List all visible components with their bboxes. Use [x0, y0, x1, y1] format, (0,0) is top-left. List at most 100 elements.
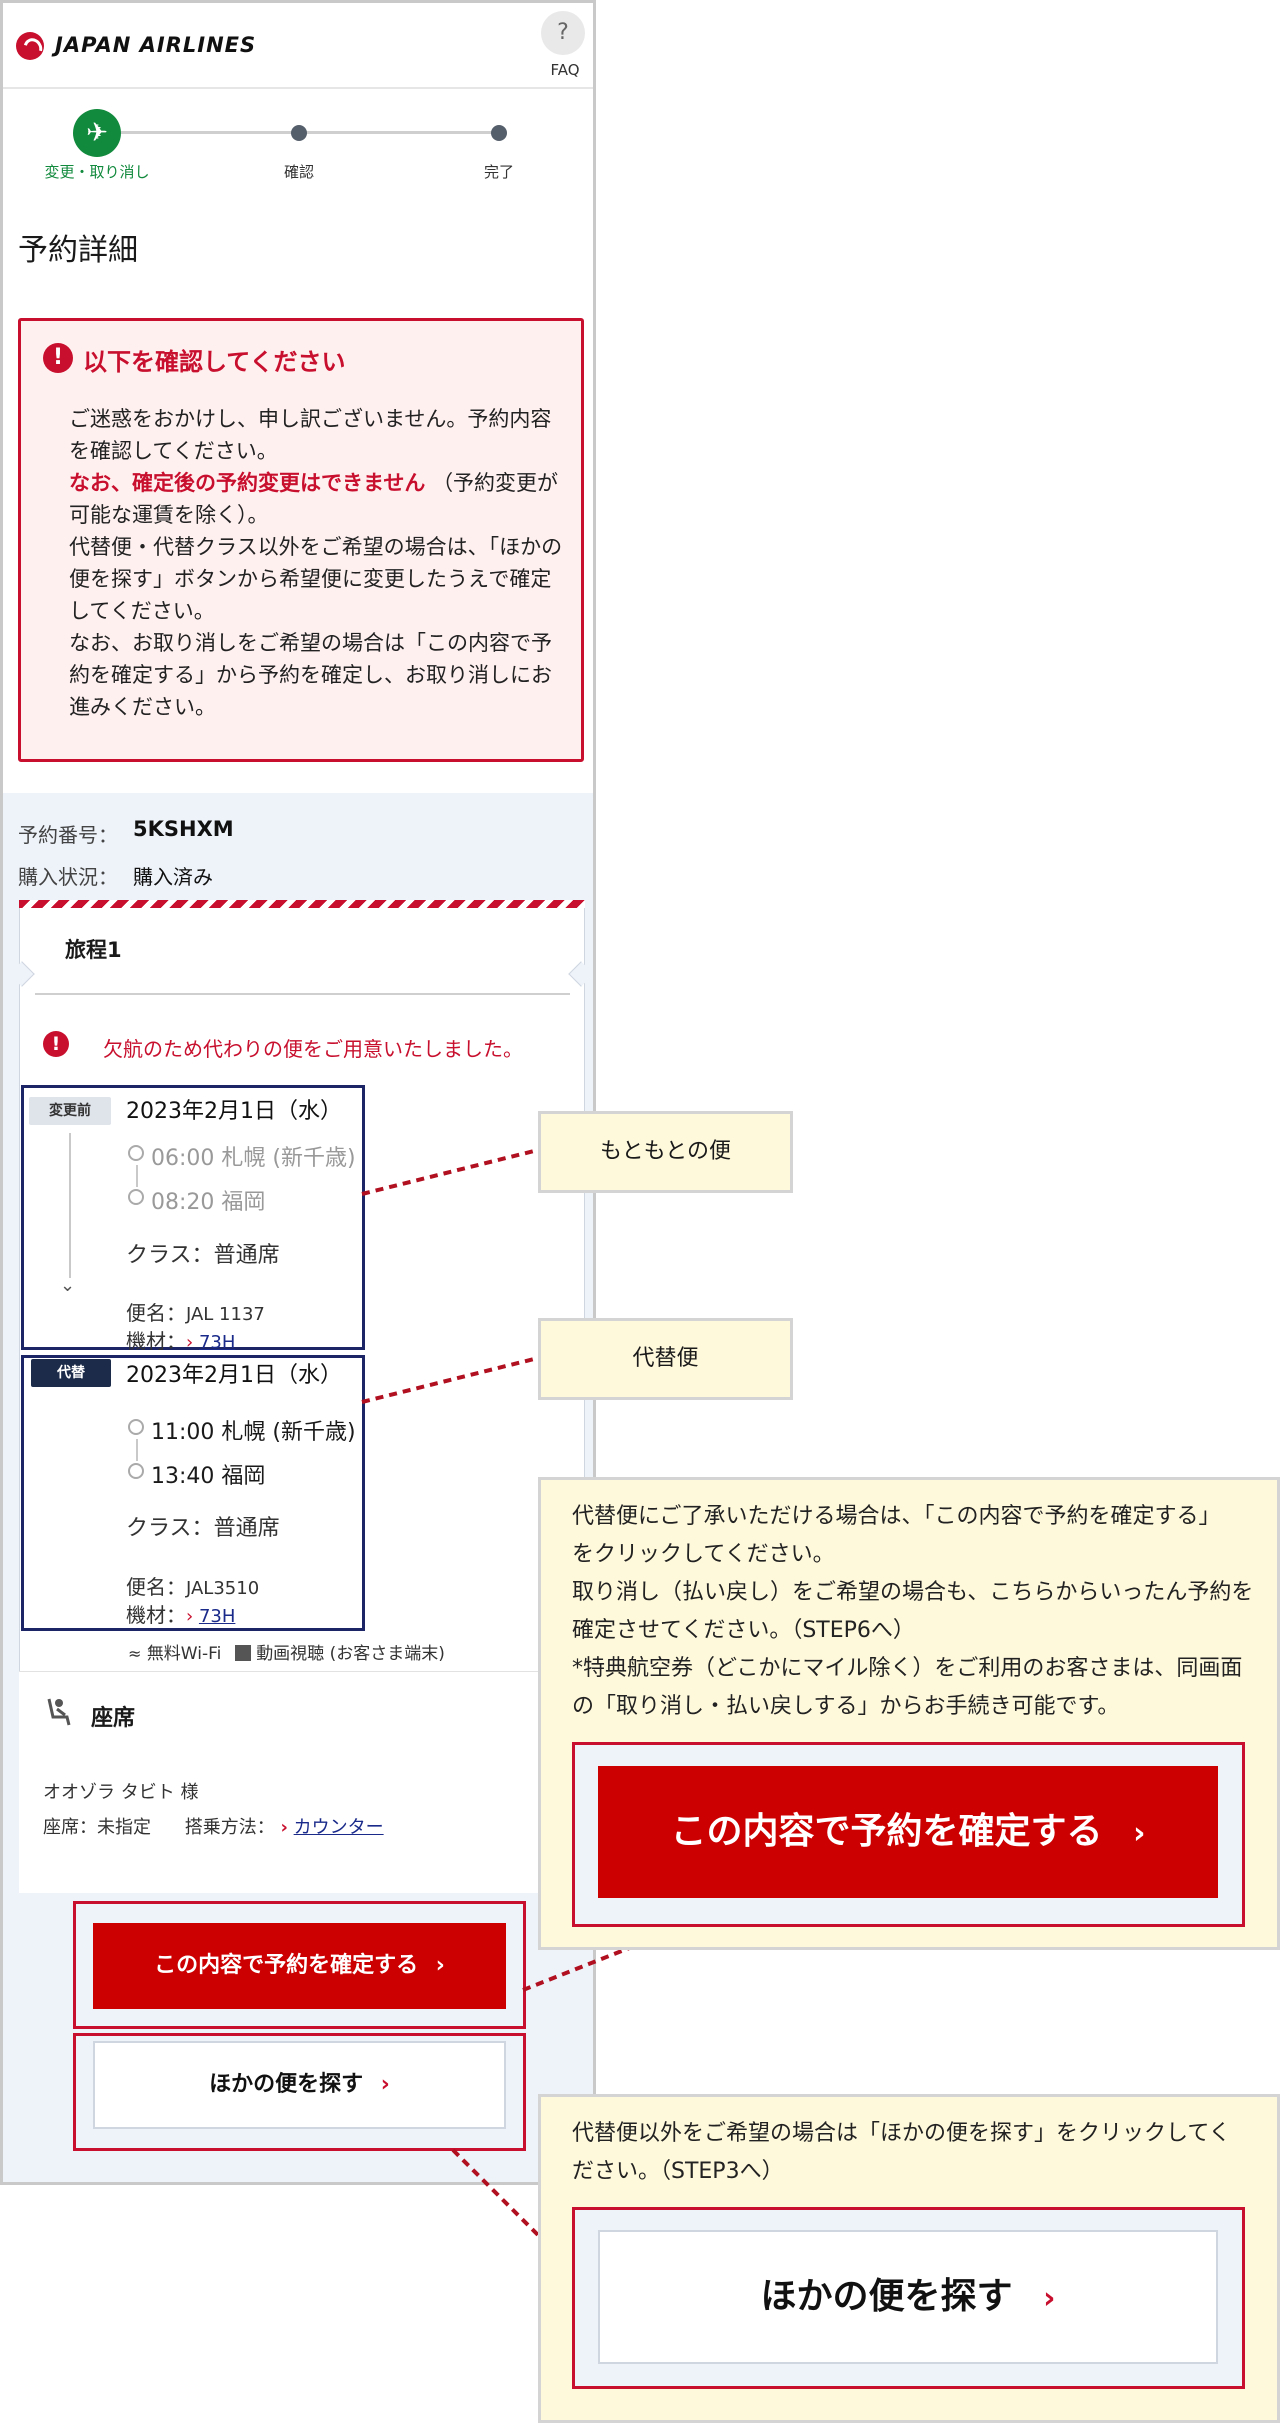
callout-search-button: ほかの便を探す ›	[598, 2230, 1218, 2364]
before-arrival: 08:20 福岡	[151, 1190, 266, 1215]
warning-icon: !	[43, 1031, 69, 1057]
callout-confirm-line-5: *特典航空券（どこかにマイル除く）をご利用のお客さまは、同画面	[572, 1656, 1243, 1681]
wifi-icon: ≈	[128, 1644, 142, 1663]
callout-search-line-1: 代替便以外をご希望の場合は「ほかの便を探す」をクリックしてく	[572, 2121, 1231, 2146]
search-button-label: ほかの便を探す	[209, 2072, 364, 2097]
alt-arr-dot	[128, 1463, 144, 1479]
seat-icon	[47, 1698, 71, 1726]
before-flight-number: JAL 1137	[186, 1304, 265, 1325]
callout-search-button-label: ほかの便を探す	[760, 2276, 1013, 2317]
callout-confirm-line-4: 確定させてください。（STEP6へ）	[572, 1618, 915, 1643]
boarding-method-link[interactable]: カウンター	[294, 1817, 384, 1838]
alert-line-strong: なお、確定後の予約変更はできません （予約変更が可能な運賃を除く）。	[69, 467, 563, 531]
alt-class: クラス：普通席	[126, 1510, 280, 1542]
alt-flight-label: 便名：	[126, 1575, 186, 1599]
video-icon	[234, 1645, 251, 1661]
alternate-badge: 代替	[31, 1359, 111, 1387]
boarding-label: 搭乗方法：	[184, 1817, 275, 1838]
callout-search-line-2: ださい。（STEP3へ）	[572, 2159, 784, 2184]
confirm-button-label: この内容で予約を確定する	[154, 1953, 419, 1978]
before-flight-label: 便名：	[126, 1301, 186, 1325]
alt-equip-label: 機材：	[126, 1603, 186, 1627]
before-departure: 06:00 札幌 (新千歳)	[151, 1146, 356, 1171]
itinerary-divider	[35, 993, 570, 995]
alt-flight-number: JAL3510	[186, 1578, 260, 1599]
callout-confirm-line-2: をクリックしてください。	[572, 1542, 835, 1567]
callout-alternate-flight: 代替便	[538, 1318, 793, 1400]
before-class: クラス：普通席	[126, 1237, 280, 1269]
before-dep-dot	[128, 1145, 144, 1161]
step-1-airplane-icon: ✈	[73, 109, 121, 157]
search-other-flights-button[interactable]: ほかの便を探す ›	[93, 2041, 506, 2129]
brand-name: JAPAN AIRLINES	[55, 33, 257, 57]
seat-value: 未指定	[97, 1817, 151, 1838]
header-divider	[3, 87, 593, 89]
alert-body: ご迷惑をおかけし、申し訳ございません。予約内容を確認してください。 なお、確定後…	[69, 403, 563, 723]
step-2-label: 確認	[283, 163, 314, 181]
callout-confirm-text: 代替便にご了承いただける場合は、「この内容で予約を確定する」 をクリックしてくだ…	[572, 1498, 1272, 1726]
chevron-right-icon: ›	[435, 1953, 445, 1978]
seat-label: 座席：	[43, 1817, 97, 1838]
alert-line-2: 代替便・代替クラス以外をご希望の場合は、「ほかの便を探す」ボタンから希望便に変更…	[69, 535, 563, 623]
purchase-status-label: 購入状況：	[18, 865, 118, 889]
alert-title: 以下を確認してください	[83, 348, 346, 376]
before-class-value: 普通席	[213, 1243, 280, 1268]
alt-class-value: 普通席	[213, 1516, 280, 1541]
chevron-right-icon: ›	[280, 1817, 288, 1838]
seat-info: 座席：未指定 搭乗方法： › カウンター	[43, 1813, 384, 1839]
callout-confirm-button-label: この内容で予約を確定する	[670, 1811, 1103, 1852]
alt-arrival: 13:40 福岡	[151, 1464, 266, 1489]
before-change-badge: 変更前	[29, 1097, 111, 1125]
alt-equipment: 機材：› 73H	[126, 1599, 235, 1628]
callout-confirm-line-3: 取り消し（払い戻し）をご希望の場合も、こちらからいったん予約を	[572, 1580, 1254, 1605]
alt-class-label: クラス：	[126, 1516, 214, 1541]
step-3-label: 完了	[483, 163, 514, 181]
exclamation-icon: !	[43, 343, 73, 373]
before-class-label: クラス：	[126, 1243, 214, 1268]
callout-confirm-line-6: の「取り消し・払い戻しする」からお手続き可能です。	[572, 1694, 1120, 1719]
timeline-line	[69, 1133, 71, 1278]
alt-dep-dot	[128, 1419, 144, 1435]
alt-equipment-link[interactable]: 73H	[199, 1606, 235, 1627]
itinerary-stripe	[19, 900, 585, 908]
before-equipment: 機材：› 73H	[126, 1325, 235, 1354]
chevron-right-icon: ›	[1043, 2281, 1056, 2316]
alt-date: 2023年2月1日（水）	[126, 1363, 342, 1388]
callout-original-flight: もともとの便	[538, 1111, 793, 1193]
step-1-label: 変更・取り消し	[44, 163, 150, 181]
callout-confirm-line-1: 代替便にご了承いただける場合は、「この内容で予約を確定する」	[572, 1504, 1221, 1529]
faq-link[interactable]: FAQ	[543, 61, 587, 79]
step-3-dot	[491, 125, 507, 141]
collapse-chevron-icon[interactable]: ⌄	[60, 1275, 75, 1296]
alert-strong-text: なお、確定後の予約変更はできません	[69, 471, 426, 495]
page-title: 予約詳細	[18, 233, 138, 268]
alt-route-line	[136, 1439, 138, 1461]
before-date: 2023年2月1日（水）	[126, 1099, 342, 1124]
before-arr-dot	[128, 1189, 144, 1205]
purchase-status: 購入済み	[133, 865, 213, 889]
before-route-line	[136, 1165, 138, 1187]
chevron-right-icon: ›	[380, 2072, 390, 2097]
callout-search-text: 代替便以外をご希望の場合は「ほかの便を探す」をクリックしてく ださい。（STEP…	[572, 2115, 1272, 2191]
cancel-message: 欠航のため代わりの便をご用意いたしました。	[103, 1037, 523, 1061]
passenger-name: オオゾラ タビト 様	[43, 1782, 199, 1803]
amenities: ≈ 無料Wi-Fi 動画視聴 (お客さま端末)	[128, 1639, 445, 1664]
faq-icon[interactable]: ?	[541, 11, 585, 55]
chevron-right-icon: ›	[186, 1332, 194, 1353]
reservation-number: 5KSHXM	[133, 817, 234, 841]
reservation-number-label: 予約番号：	[18, 823, 118, 847]
confirm-reservation-button[interactable]: この内容で予約を確定する ›	[93, 1923, 506, 2009]
step-2-dot	[291, 125, 307, 141]
chevron-right-icon: ›	[1133, 1816, 1146, 1851]
seat-title: 座席	[91, 1706, 136, 1731]
before-equipment-link[interactable]: 73H	[199, 1332, 235, 1353]
alt-flight: 便名：JAL3510	[126, 1571, 259, 1600]
chevron-right-icon: ›	[186, 1606, 194, 1627]
video-label: 動画視聴 (お客さま端末)	[256, 1644, 445, 1664]
before-equip-label: 機材：	[126, 1329, 186, 1353]
wifi-label: 無料Wi-Fi	[146, 1644, 222, 1664]
jal-crane-logo-icon	[16, 32, 44, 60]
itinerary-title: 旅程1	[65, 938, 122, 962]
alert-line-1: ご迷惑をおかけし、申し訳ございません。予約内容を確認してください。	[69, 407, 552, 463]
phone-frame: JAPAN AIRLINES ? FAQ ✈ 変更・取り消し 確認 完了 予約詳…	[0, 0, 596, 2185]
